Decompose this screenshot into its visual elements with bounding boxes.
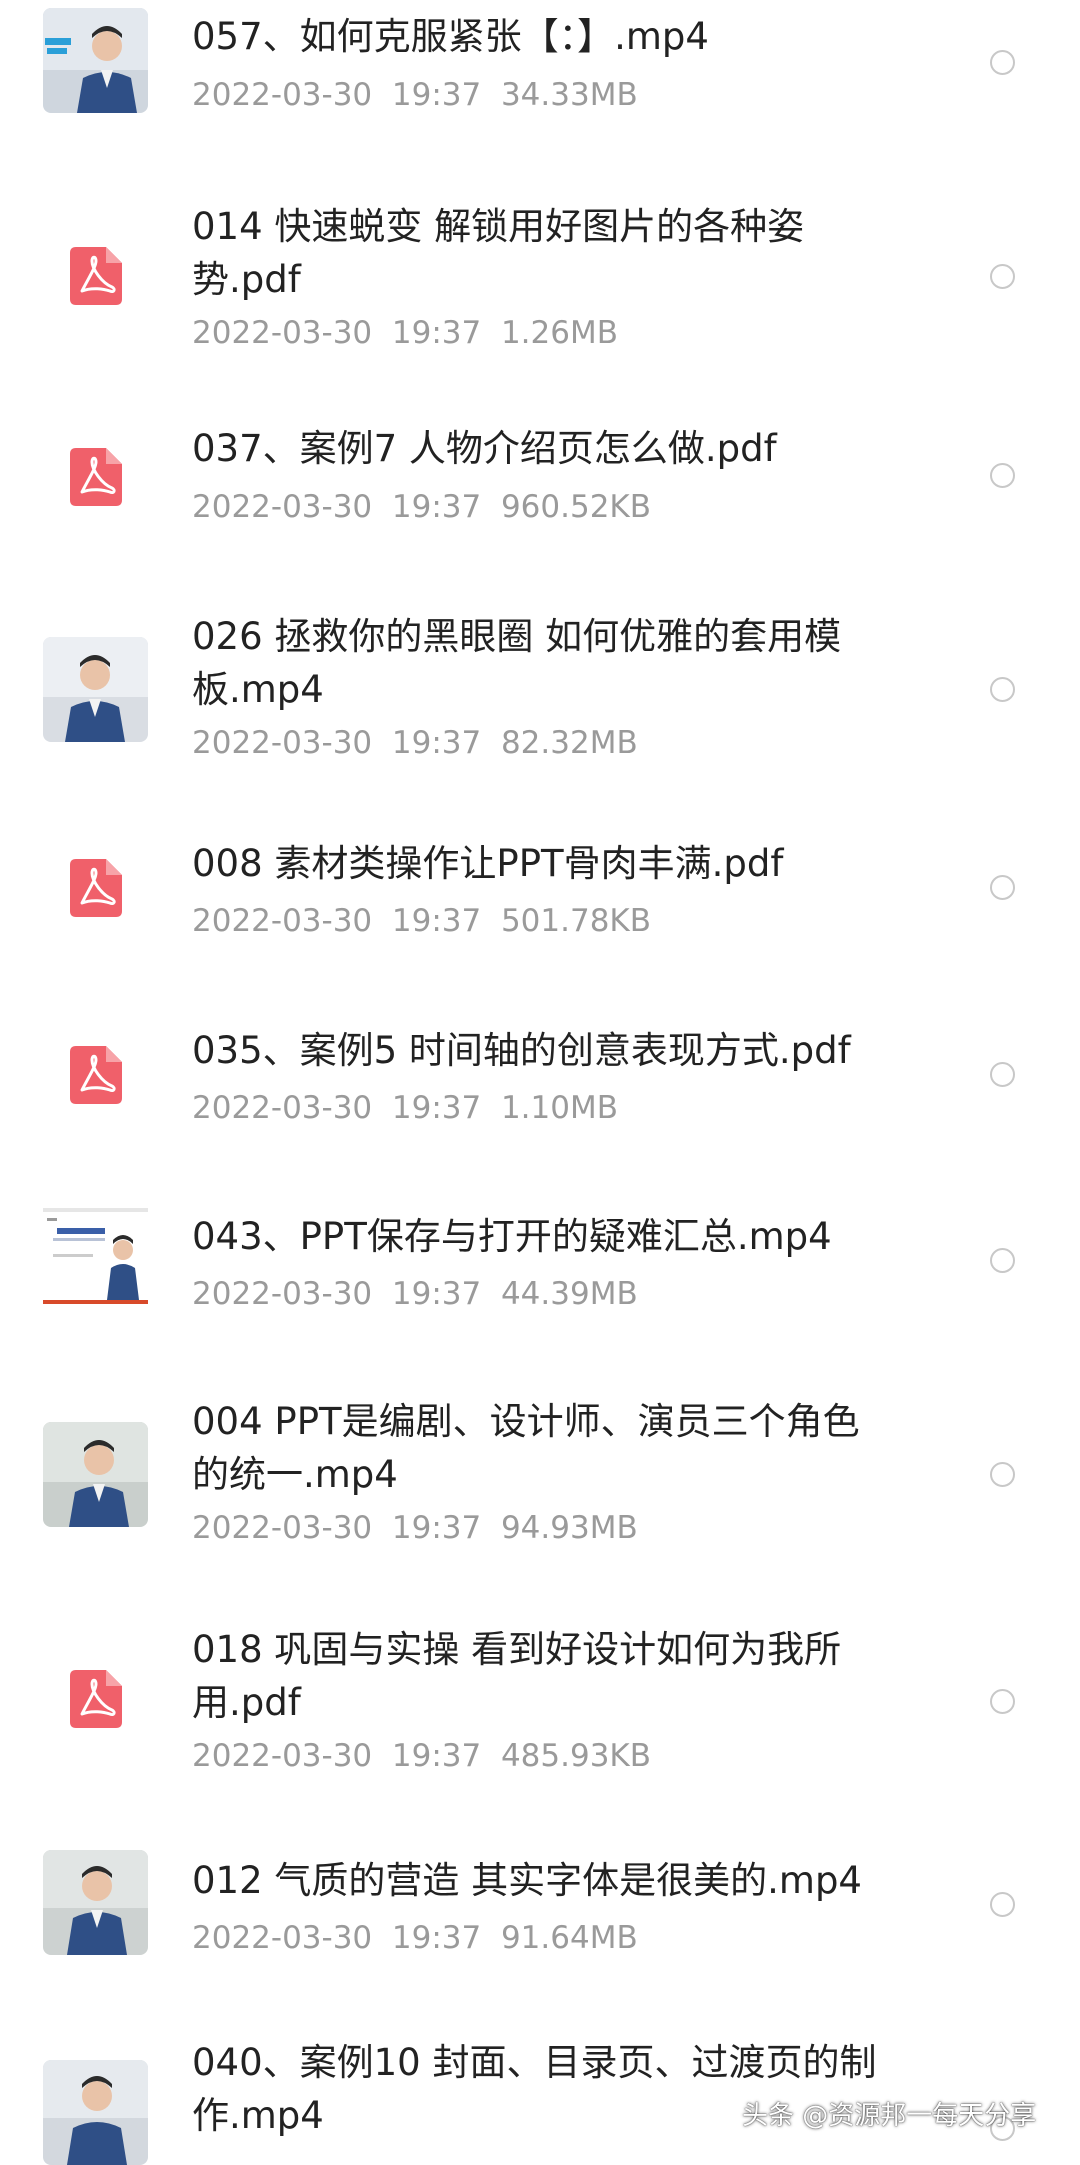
file-name: 043、PPT保存与打开的疑难汇总.mp4 [192, 1215, 832, 1258]
file-time: 19:37 [391, 725, 482, 761]
file-meta: 2022-03-30 19:37 485.93KB [192, 1736, 651, 1776]
select-radio[interactable] [990, 875, 1015, 900]
list-item[interactable]: 014 快速蜕变 解锁用好图片的各种姿势.pdf 2022-03-30 19:3… [0, 190, 1080, 365]
video-thumbnail[interactable] [43, 1850, 148, 1955]
pdf-icon [70, 448, 122, 506]
file-size: 91.64MB [500, 1920, 638, 1956]
file-time: 19:37 [391, 903, 482, 939]
file-name: 014 快速蜕变 解锁用好图片的各种姿势.pdf [192, 205, 805, 301]
file-meta: 2022-03-30 19:37 960.52KB [192, 487, 651, 527]
file-size: 44.39MB [500, 1276, 638, 1312]
video-thumbnail[interactable] [43, 1208, 148, 1313]
file-size: 960.52KB [500, 489, 652, 525]
watermark: 头条 @资源邦一每天分享 [742, 2101, 1037, 2131]
file-time: 19:37 [391, 489, 482, 525]
file-name: 018 巩固与实操 看到好设计如何为我所用.pdf [192, 1628, 842, 1724]
select-radio[interactable] [990, 264, 1015, 289]
video-thumbnail[interactable] [43, 637, 148, 742]
list-item[interactable]: 037、案例7 人物介绍页怎么做.pdf 2022-03-30 19:37 96… [0, 410, 1080, 530]
file-meta: 2022-03-30 19:37 44.39MB [192, 1274, 638, 1314]
pdf-icon [70, 859, 122, 917]
file-time: 19:37 [391, 1738, 482, 1774]
file-time: 19:37 [391, 1276, 482, 1312]
file-name: 035、案例5 时间轴的创意表现方式.pdf [192, 1029, 851, 1072]
file-size: 501.78KB [500, 903, 652, 939]
file-name: 004 PPT是编剧、设计师、演员三个角色的统一.mp4 [192, 1400, 860, 1496]
file-date: 2022-03-30 [192, 903, 373, 939]
file-meta: 2022-03-30 19:37 1.10MB [192, 1088, 618, 1128]
select-radio[interactable] [990, 1248, 1015, 1273]
file-time: 19:37 [391, 1920, 482, 1956]
file-name: 037、案例7 人物介绍页怎么做.pdf [192, 427, 777, 470]
file-size: 1.10MB [500, 1090, 618, 1126]
file-meta: 2022-03-30 19:37 94.93MB [192, 1508, 638, 1548]
file-date: 2022-03-30 [192, 1510, 373, 1546]
file-date: 2022-03-30 [192, 1276, 373, 1312]
file-name: 012 气质的营造 其实字体是很美的.mp4 [192, 1859, 862, 1902]
pdf-icon [70, 247, 122, 305]
file-name: 026 拯救你的黑眼圈 如何优雅的套用模板.mp4 [192, 615, 842, 711]
file-meta: 2022-03-30 19:37 91.64MB [192, 1918, 638, 1958]
file-size: 82.32MB [500, 725, 638, 761]
file-size: 1.26MB [500, 315, 618, 351]
file-date: 2022-03-30 [192, 489, 373, 525]
file-meta: 2022-03-30 19:37 1.26MB [192, 313, 618, 353]
file-date: 2022-03-30 [192, 725, 373, 761]
video-thumbnail[interactable] [43, 2060, 148, 2165]
file-meta: 2022-03-30 19:37 34.33MB [192, 75, 638, 115]
select-radio[interactable] [990, 1462, 1015, 1487]
list-item[interactable]: 008 素材类操作让PPT骨肉丰满.pdf 2022-03-30 19:37 5… [0, 825, 1080, 945]
list-item[interactable]: 012 气质的营造 其实字体是很美的.mp4 2022-03-30 19:37 … [0, 1842, 1080, 1962]
file-date: 2022-03-30 [192, 1920, 373, 1956]
video-thumbnail[interactable] [43, 8, 148, 113]
select-radio[interactable] [990, 1689, 1015, 1714]
file-size: 94.93MB [500, 1510, 638, 1546]
list-item[interactable]: 026 拯救你的黑眼圈 如何优雅的套用模板.mp4 2022-03-30 19:… [0, 600, 1080, 775]
file-time: 19:37 [391, 1090, 482, 1126]
pdf-icon [70, 1670, 122, 1728]
file-time: 19:37 [391, 77, 482, 113]
file-time: 19:37 [391, 315, 482, 351]
file-date: 2022-03-30 [192, 77, 373, 113]
list-item[interactable]: 043、PPT保存与打开的疑难汇总.mp4 2022-03-30 19:37 4… [0, 1198, 1080, 1318]
file-date: 2022-03-30 [192, 1738, 373, 1774]
select-radio[interactable] [990, 1892, 1015, 1917]
file-meta: 2022-03-30 19:37 82.32MB [192, 723, 638, 763]
select-radio[interactable] [990, 463, 1015, 488]
video-thumbnail[interactable] [43, 1422, 148, 1527]
file-list: 057、如何克服紧张【：】.mp4 2022-03-30 19:37 34.33… [0, 0, 1080, 2165]
file-meta: 2022-03-30 19:37 501.78KB [192, 901, 651, 941]
select-radio[interactable] [990, 50, 1015, 75]
file-time: 19:37 [391, 1510, 482, 1546]
list-item[interactable]: 057、如何克服紧张【：】.mp4 2022-03-30 19:37 34.33… [0, 0, 1080, 120]
file-date: 2022-03-30 [192, 1090, 373, 1126]
list-item[interactable]: 035、案例5 时间轴的创意表现方式.pdf 2022-03-30 19:37 … [0, 1012, 1080, 1132]
pdf-icon [70, 1046, 122, 1104]
file-name: 008 素材类操作让PPT骨肉丰满.pdf [192, 842, 784, 885]
list-item[interactable]: 004 PPT是编剧、设计师、演员三个角色的统一.mp4 2022-03-30 … [0, 1385, 1080, 1560]
select-radio[interactable] [990, 677, 1015, 702]
file-size: 34.33MB [500, 77, 638, 113]
file-size: 485.93KB [500, 1738, 652, 1774]
list-item[interactable]: 018 巩固与实操 看到好设计如何为我所用.pdf 2022-03-30 19:… [0, 1613, 1080, 1788]
select-radio[interactable] [990, 1062, 1015, 1087]
file-name: 057、如何克服紧张【：】.mp4 [192, 15, 709, 58]
file-date: 2022-03-30 [192, 315, 373, 351]
